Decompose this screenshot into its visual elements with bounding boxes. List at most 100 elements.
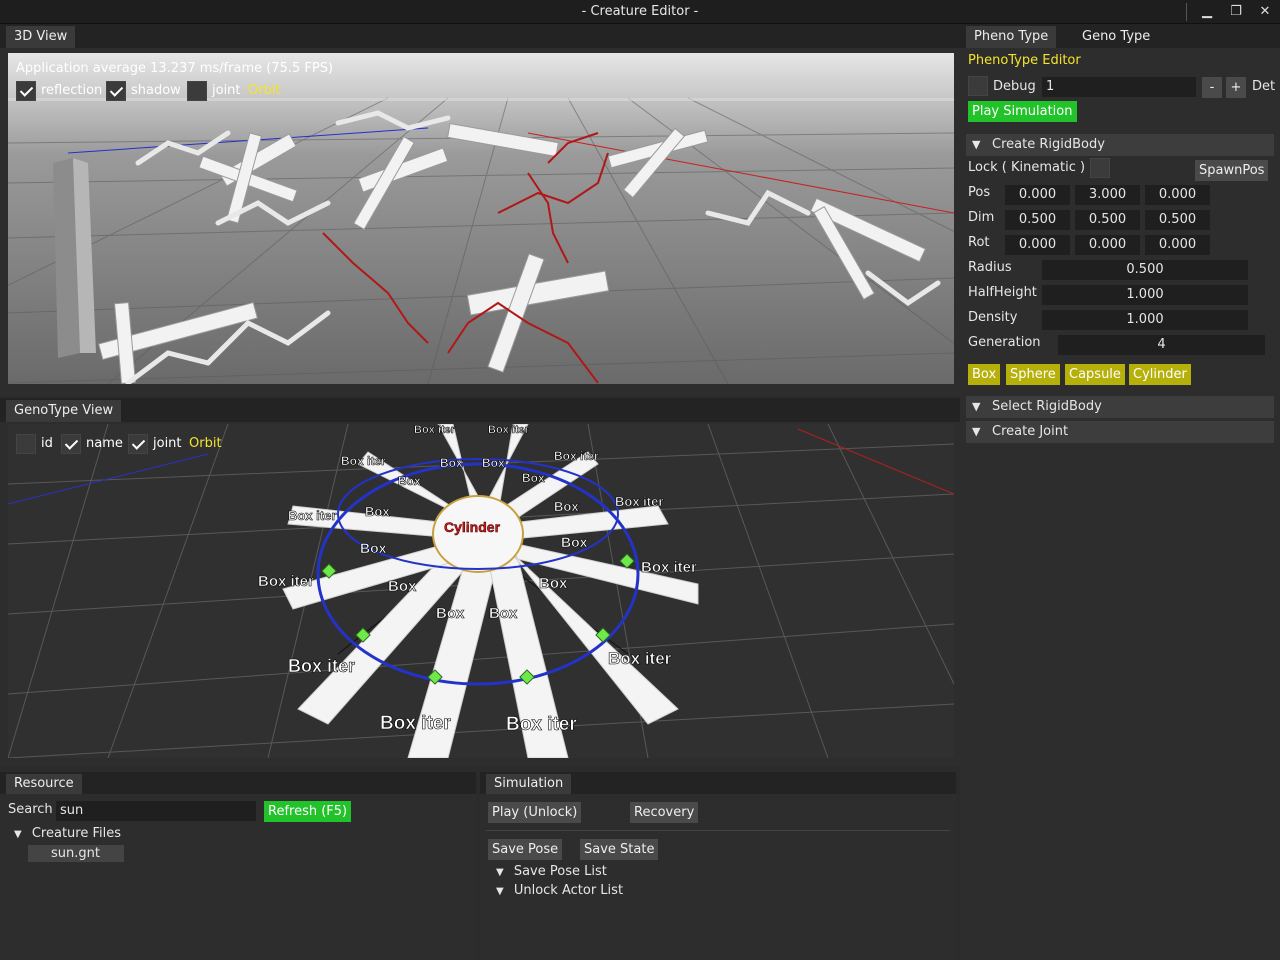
select-rigidbody-header[interactable]: ▼ Select RigidBody	[966, 396, 1274, 418]
halfheight-label: HalfHeight	[968, 285, 1037, 300]
density-field[interactable]: 1.000	[1042, 310, 1248, 330]
rot-z-field[interactable]: 0.000	[1145, 235, 1210, 255]
dim-y-field[interactable]: 0.500	[1075, 210, 1140, 230]
rot-x-field[interactable]: 0.000	[1005, 235, 1070, 255]
pos-y-field[interactable]: 3.000	[1075, 185, 1140, 205]
play-simulation-button[interactable]: Play Simulation	[968, 101, 1077, 122]
view3d-panel: 3D View Application average 13.237 ms/fr…	[0, 24, 960, 396]
lock-kinematic-checkbox[interactable]	[1090, 158, 1110, 178]
shape-box-button[interactable]: Box	[968, 364, 1001, 385]
spawnpos-button[interactable]: SpawnPos	[1195, 160, 1269, 181]
tree-creature-files-label: Creature Files	[31, 826, 121, 841]
create-rigidbody-label: Create RigidBody	[992, 137, 1105, 152]
create-joint-expand-icon: ▼	[972, 425, 981, 438]
radius-label: Radius	[968, 260, 1012, 275]
save-state-button[interactable]: Save State	[580, 839, 659, 860]
scene-3d-viewport[interactable]: Application average 13.237 ms/frame (75.…	[8, 53, 954, 384]
radius-field[interactable]: 0.500	[1042, 260, 1248, 280]
box-iter-node-label: Box iter	[615, 494, 663, 509]
create-joint-header[interactable]: ▼ Create Joint	[966, 421, 1274, 443]
unlock-actor-list-node[interactable]: ▼ Unlock Actor List	[496, 883, 623, 898]
generation-field[interactable]: 4	[1058, 335, 1265, 355]
debug-input[interactable]: 1	[1042, 77, 1196, 97]
joint-label: joint	[212, 83, 241, 98]
resource-panel: Resource Search sun Refresh (F5) ▼ Creat…	[0, 772, 476, 960]
debug-decrement-button[interactable]: -	[1202, 77, 1222, 98]
create-rigidbody-header[interactable]: ▼ Create RigidBody	[966, 134, 1274, 156]
halfheight-field[interactable]: 1.000	[1042, 285, 1248, 305]
right-editor-panel: Pheno Type Geno Type PhenoType Editor De…	[960, 24, 1280, 960]
select-rigidbody-label: Select RigidBody	[992, 399, 1102, 414]
geno-joint-label: joint	[153, 436, 182, 451]
tab-geno-type[interactable]: Geno Type	[1074, 26, 1159, 48]
box-node-label: Box	[561, 534, 588, 550]
orbit-toggle[interactable]: Orbit	[248, 83, 281, 98]
box-node-label: Box	[539, 575, 568, 592]
tab-simulation[interactable]: Simulation	[486, 774, 572, 794]
box-iter-node-label: Box iter	[506, 714, 577, 735]
shadow-checkbox[interactable]	[106, 81, 126, 101]
unlock-actor-list-expand-icon: ▼	[496, 886, 504, 897]
play-unlock-button[interactable]: Play (Unlock)	[488, 802, 582, 823]
box-node-label: Box	[522, 471, 545, 485]
shape-cylinder-button[interactable]: Cylinder	[1129, 364, 1191, 385]
search-label: Search	[8, 802, 53, 817]
simulation-tabbar: Simulation	[480, 772, 956, 794]
box-node-label: Box	[398, 474, 421, 488]
box-node-label: Box	[489, 605, 518, 622]
save-pose-list-expand-icon: ▼	[496, 867, 504, 878]
box-iter-node-label: Box iter	[414, 424, 456, 436]
name-checkbox[interactable]	[61, 434, 81, 454]
box-node-label: Box	[365, 504, 390, 519]
tree-item-file[interactable]: sun.gnt	[28, 845, 124, 862]
save-pose-list-label: Save Pose List	[513, 864, 607, 879]
geno-joint-checkbox[interactable]	[128, 434, 148, 454]
minimize-button[interactable]: ▁	[1192, 0, 1222, 24]
reflection-checkbox[interactable]	[16, 81, 36, 101]
genotype-view-panel: GenoType View Box iter Box iter Box iter…	[0, 398, 960, 766]
tab-pheno-type[interactable]: Pheno Type	[966, 26, 1057, 48]
select-rigidbody-expand-icon: ▼	[972, 400, 981, 413]
dim-z-field[interactable]: 0.500	[1145, 210, 1210, 230]
genotype-graph-viewport[interactable]: Box iter Box iter Box iter Box iter Box …	[8, 424, 954, 758]
scene-3d-render	[8, 53, 954, 384]
id-checkbox[interactable]	[16, 434, 36, 454]
pos-z-field[interactable]: 0.000	[1145, 185, 1210, 205]
resource-tabbar: Resource	[0, 772, 476, 794]
simulation-panel: Simulation Play (Unlock) Recovery Save P…	[480, 772, 956, 960]
rot-label: Rot	[968, 235, 990, 250]
box-iter-node-label: Box iter	[641, 559, 697, 576]
shape-capsule-button[interactable]: Capsule	[1065, 364, 1125, 385]
recovery-button[interactable]: Recovery	[630, 802, 699, 823]
box-iter-node-label: Box iter	[608, 649, 672, 668]
joint-checkbox[interactable]	[187, 81, 207, 101]
box-node-label: Box	[360, 540, 387, 556]
geno-orbit-toggle[interactable]: Orbit	[189, 436, 222, 451]
search-input[interactable]: sun	[56, 801, 256, 821]
box-node-label: Box	[436, 605, 465, 622]
debug-label: Debug	[993, 79, 1036, 94]
tree-expand-icon: ▼	[14, 829, 22, 840]
box-node-label: Box	[388, 578, 417, 595]
rot-y-field[interactable]: 0.000	[1075, 235, 1140, 255]
id-label: id	[41, 436, 53, 451]
debug-increment-button[interactable]: +	[1226, 77, 1246, 98]
maximize-button[interactable]: ❐	[1221, 0, 1251, 24]
pos-x-field[interactable]: 0.000	[1005, 185, 1070, 205]
shape-sphere-button[interactable]: Sphere	[1006, 364, 1060, 385]
save-pose-list-node[interactable]: ▼ Save Pose List	[496, 864, 607, 879]
dim-x-field[interactable]: 0.500	[1005, 210, 1070, 230]
tab-3d-view[interactable]: 3D View	[6, 26, 76, 48]
box-node-label: Box	[440, 456, 463, 470]
pos-label: Pos	[968, 185, 991, 200]
box-iter-node-label: Box iter	[288, 508, 336, 523]
tab-resource[interactable]: Resource	[6, 774, 82, 794]
close-button[interactable]: ✕	[1250, 0, 1280, 24]
tree-creature-files[interactable]: ▼ Creature Files	[14, 826, 121, 841]
tab-genotype-view[interactable]: GenoType View	[6, 400, 122, 422]
debug-checkbox[interactable]	[968, 76, 988, 96]
box-iter-node-label: Box iter	[341, 454, 386, 468]
save-pose-button[interactable]: Save Pose	[488, 839, 563, 860]
refresh-button[interactable]: Refresh (F5)	[264, 801, 352, 822]
box-iter-node-label: Box iter	[258, 573, 314, 590]
